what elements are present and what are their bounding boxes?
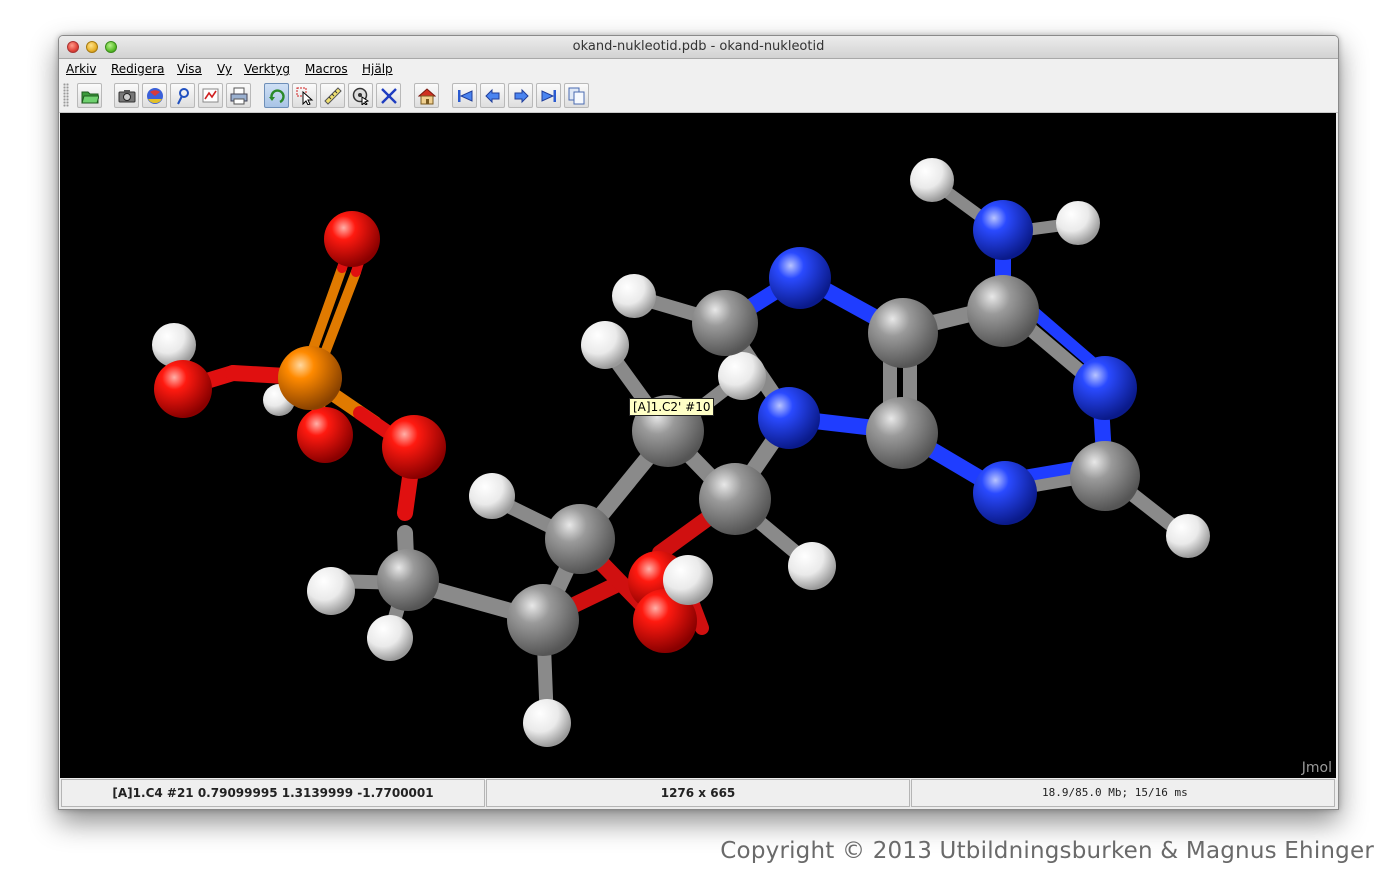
copy-icon <box>568 87 585 105</box>
menu-redigera[interactable]: Redigera <box>111 62 164 76</box>
menu-visa[interactable]: Visa <box>177 62 202 76</box>
open-folder-icon <box>81 91 99 104</box>
atom-h[interactable] <box>718 352 766 400</box>
menu-redigera-label: Redigera <box>111 62 165 76</box>
copy-button[interactable] <box>564 83 589 108</box>
toolbar <box>59 79 1338 113</box>
atom-h[interactable] <box>1056 201 1100 245</box>
pick-center-button[interactable] <box>348 83 373 108</box>
graph-button[interactable] <box>198 83 223 108</box>
atom-h[interactable] <box>307 567 355 615</box>
color-scheme-button[interactable] <box>142 83 167 108</box>
atom-h[interactable] <box>152 323 196 367</box>
menu-arkiv[interactable]: Arkiv <box>66 62 97 76</box>
atom-h[interactable] <box>469 473 515 519</box>
atom-o[interactable] <box>382 415 446 479</box>
print-button[interactable] <box>226 83 251 108</box>
atom-c[interactable] <box>1070 441 1140 511</box>
atom-n[interactable] <box>758 387 820 449</box>
title-bar[interactable]: okand-nukleotid.pdb - okand-nukleotid <box>59 36 1338 59</box>
select-pointer-icon <box>296 87 314 105</box>
menu-verktyg[interactable]: Verktyg <box>244 62 290 76</box>
atom-h[interactable] <box>581 321 629 369</box>
print-icon <box>230 87 248 105</box>
last-frame-button[interactable] <box>536 83 561 108</box>
atom-n[interactable] <box>1073 356 1137 420</box>
pick-center-icon <box>352 87 370 105</box>
atom-n[interactable] <box>769 247 831 309</box>
ruler-icon <box>324 87 342 105</box>
atom-o[interactable] <box>324 211 380 267</box>
menu-verktyg-label: Verktyg <box>244 62 290 76</box>
menu-vy-label: Vy <box>217 62 232 76</box>
measure-button[interactable] <box>320 83 345 108</box>
atoms <box>152 158 1210 747</box>
first-frame-button[interactable] <box>452 83 477 108</box>
home-icon <box>418 88 436 105</box>
application-window: okand-nukleotid.pdb - okand-nukleotid Ar… <box>58 35 1339 810</box>
graph-icon <box>202 88 219 103</box>
status-bar: [A]1.C4 #21 0.79099995 1.3139999 -1.7700… <box>59 778 1338 809</box>
camera-icon <box>118 90 136 103</box>
atom-n[interactable] <box>973 200 1033 260</box>
select-button[interactable] <box>292 83 317 108</box>
toolbar-grip[interactable] <box>63 83 69 107</box>
menu-visa-label: Visa <box>177 62 202 76</box>
rotate-icon <box>269 89 285 104</box>
atom-h[interactable] <box>910 158 954 202</box>
rotate-button[interactable] <box>264 83 289 108</box>
move-button[interactable] <box>376 83 401 108</box>
status-atom-info: [A]1.C4 #21 0.79099995 1.3139999 -1.7700… <box>61 779 485 807</box>
menu-hjalp-label: Hjälp <box>362 62 393 76</box>
previous-frame-icon <box>485 88 500 104</box>
atom-c[interactable] <box>377 549 439 611</box>
atom-h[interactable] <box>523 699 571 747</box>
menu-macros-label: Macros <box>305 62 348 76</box>
home-button[interactable] <box>414 83 439 108</box>
atom-c[interactable] <box>699 463 771 535</box>
atom-o[interactable] <box>154 360 212 418</box>
screenshot-button[interactable] <box>114 83 139 108</box>
status-dimensions: 1276 x 665 <box>486 779 910 807</box>
menu-macros[interactable]: Macros <box>305 62 348 76</box>
open-button[interactable] <box>77 83 102 108</box>
previous-frame-button[interactable] <box>480 83 505 108</box>
molecule-model[interactable] <box>60 113 1336 778</box>
atom-c[interactable] <box>866 397 938 469</box>
next-frame-icon <box>514 88 529 104</box>
menu-bar: Arkiv Redigera Visa Vy Verktyg Macros Hj… <box>59 59 1338 79</box>
first-frame-icon <box>458 90 473 102</box>
atom-o[interactable] <box>297 407 353 463</box>
atom-h[interactable] <box>663 555 713 605</box>
menu-arkiv-label: Arkiv <box>66 62 97 76</box>
color-sphere-icon <box>147 88 163 104</box>
menu-vy[interactable]: Vy <box>217 62 232 76</box>
atom-p[interactable] <box>278 346 342 410</box>
script-editor-icon <box>177 88 189 105</box>
atom-tooltip: [A]1.C2' #10 <box>629 398 715 416</box>
atom-h[interactable] <box>612 274 656 318</box>
copyright-text: Copyright © 2013 Utbildningsburken & Mag… <box>720 838 1374 864</box>
next-frame-button[interactable] <box>508 83 533 108</box>
atom-c[interactable] <box>507 584 579 656</box>
jmol-logo: Jmol <box>1301 760 1332 776</box>
atom-c[interactable] <box>868 298 938 368</box>
atom-h[interactable] <box>1166 514 1210 558</box>
script-button[interactable] <box>170 83 195 108</box>
atom-n[interactable] <box>973 461 1037 525</box>
atom-h[interactable] <box>788 542 836 590</box>
atom-h[interactable] <box>367 615 413 661</box>
status-memory: 18.9/85.0 Mb; 15/16 ms <box>911 779 1335 807</box>
last-frame-icon <box>541 90 556 102</box>
atom-c[interactable] <box>545 504 615 574</box>
menu-hjalp[interactable]: Hjälp <box>362 62 393 76</box>
atom-c[interactable] <box>967 275 1039 347</box>
atom-c[interactable] <box>692 290 758 356</box>
move-icon <box>381 88 397 104</box>
molecule-viewer[interactable]: [A]1.C2' #10 Jmol <box>60 113 1336 778</box>
window-title: okand-nukleotid.pdb - okand-nukleotid <box>572 39 825 54</box>
